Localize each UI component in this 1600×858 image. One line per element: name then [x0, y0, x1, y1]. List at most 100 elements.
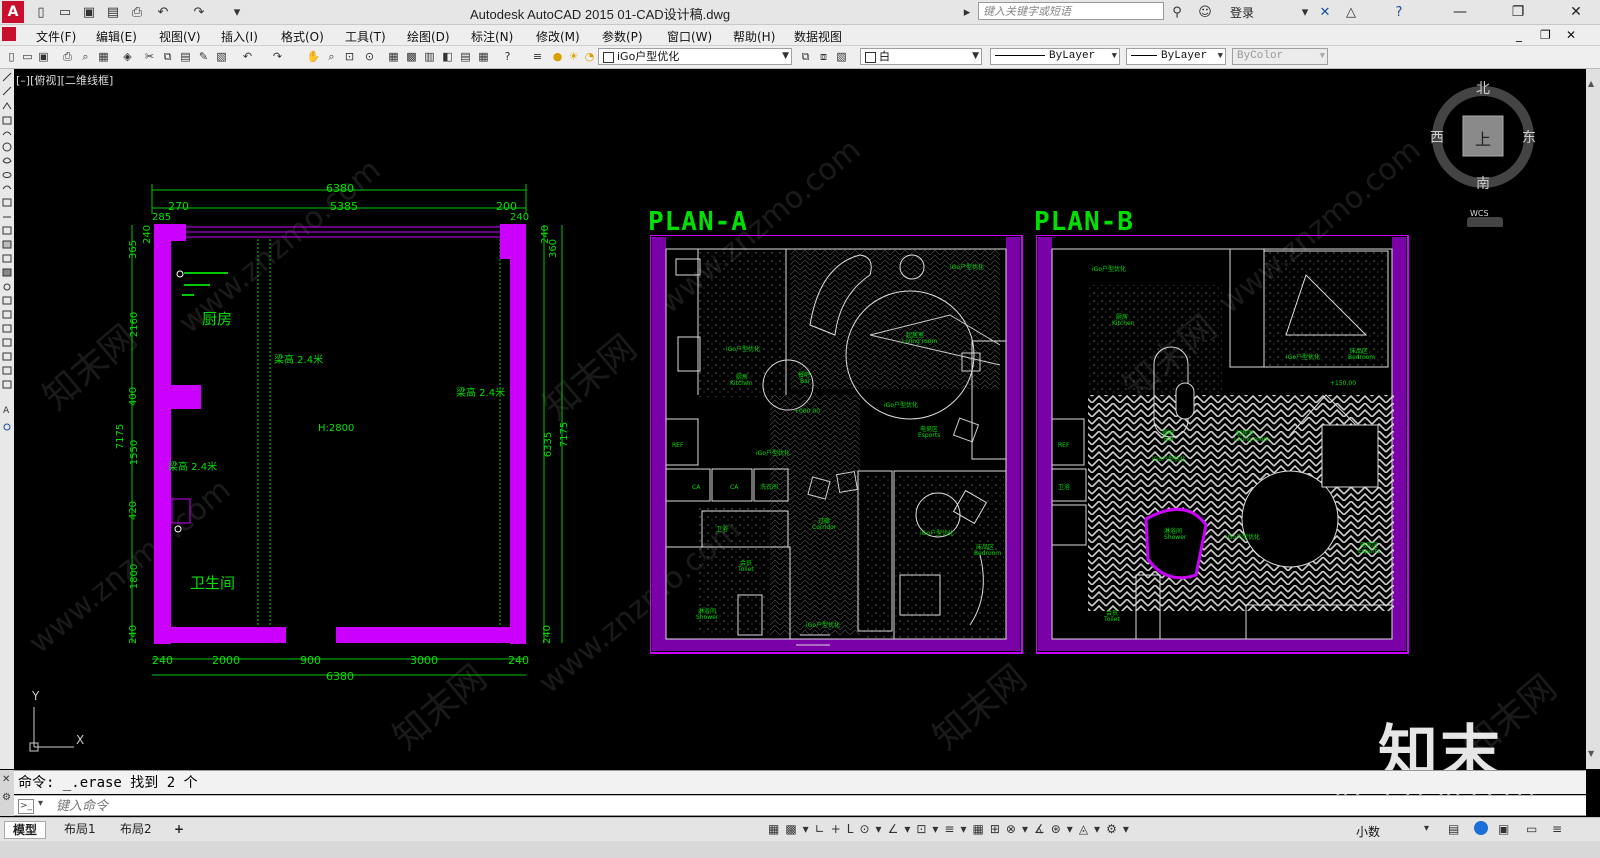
- tool-palettes-icon[interactable]: ▥: [422, 49, 437, 64]
- publish-icon[interactable]: ▦: [96, 49, 111, 64]
- linetype-dropdown[interactable]: ByLayer ▼: [990, 48, 1120, 65]
- autodesk-a360-icon[interactable]: △: [1342, 3, 1360, 21]
- layer-dropdown[interactable]: iGo户型优化 ▼: [598, 48, 792, 65]
- lineweight-dropdown[interactable]: ByLayer ▼: [1126, 48, 1226, 65]
- scroll-down-icon[interactable]: ▼: [1588, 749, 1598, 758]
- paste-icon[interactable]: ▤: [178, 49, 193, 64]
- wrench-icon[interactable]: ⚙: [2, 792, 11, 803]
- viewcube[interactable]: [1426, 77, 1556, 227]
- make-current-layer-icon[interactable]: ⧉: [798, 49, 813, 64]
- customization-icon[interactable]: ≡: [1552, 822, 1562, 836]
- color-dropdown[interactable]: 白 ▼: [860, 48, 982, 65]
- recent-commands-icon[interactable]: ▾: [38, 798, 43, 809]
- pan-icon[interactable]: ✋: [306, 49, 321, 64]
- autocad-logo-icon[interactable]: A: [2, 1, 24, 23]
- open-folder-icon[interactable]: ▭: [56, 3, 74, 21]
- undo-toolbar-icon[interactable]: ↶: [240, 49, 255, 64]
- save-toolbar-icon[interactable]: ▣: [36, 49, 51, 64]
- menu-dimension[interactable]: 标注(N): [471, 28, 513, 45]
- search-input[interactable]: 键入关键字或短语: [978, 2, 1164, 20]
- properties-icon[interactable]: ▦: [386, 49, 401, 64]
- command-window-grip[interactable]: ✕ ⚙: [0, 770, 14, 816]
- user-icon[interactable]: ☺: [1196, 3, 1214, 21]
- layer-state-icon[interactable]: ▧: [834, 49, 849, 64]
- restore-button[interactable]: ❐: [1498, 0, 1538, 24]
- viewcube-top-label[interactable]: 上: [1475, 126, 1491, 150]
- qnew-icon[interactable]: ▯: [4, 49, 19, 64]
- customize-quick-access-icon[interactable]: ▾: [228, 3, 246, 21]
- compass-west[interactable]: 西: [1430, 127, 1444, 147]
- help-toolbar-icon[interactable]: ?: [500, 49, 515, 64]
- layer-previous-icon[interactable]: ⧈: [816, 49, 831, 64]
- command-input[interactable]: [54, 797, 1458, 816]
- wcs-menu[interactable]: WCS: [1470, 209, 1489, 218]
- menu-view[interactable]: 视图(V): [159, 28, 201, 45]
- login-link[interactable]: 登录: [1230, 4, 1254, 21]
- exchange-icon[interactable]: ✕: [1316, 3, 1334, 21]
- menu-edit[interactable]: 编辑(E): [96, 28, 137, 45]
- menu-modify[interactable]: 修改(M): [536, 28, 580, 45]
- copy-icon[interactable]: ⧉: [160, 49, 175, 64]
- draw-tools-strip[interactable]: A: [0, 69, 14, 449]
- block-editor-icon[interactable]: ▧: [214, 49, 229, 64]
- doc-minimize-icon[interactable]: _: [1516, 28, 1522, 42]
- minimize-button[interactable]: —: [1440, 0, 1480, 24]
- layer-properties-icon[interactable]: ≡: [530, 49, 545, 64]
- sheet-set-icon[interactable]: ◧: [440, 49, 455, 64]
- compass-south[interactable]: 南: [1476, 173, 1490, 193]
- plotstyle-dropdown[interactable]: ByColor ▼: [1232, 48, 1328, 65]
- menu-parametric[interactable]: 参数(P): [602, 28, 643, 45]
- menu-file[interactable]: 文件(F): [36, 28, 76, 45]
- tab-model[interactable]: 模型: [4, 821, 47, 839]
- scroll-up-icon[interactable]: ▲: [1588, 79, 1598, 88]
- clean-screen-icon[interactable]: ▭: [1526, 822, 1537, 836]
- binoculars-icon[interactable]: ⚲: [1168, 3, 1186, 21]
- drawing-aids-icons[interactable]: ▦▩▾∟+L⊙▾∠▾⊡▾≡▾▦⊞⊗▾∡⊛▾◬▾⚙▾: [768, 822, 1135, 836]
- undo-icon[interactable]: ↶: [154, 3, 172, 21]
- close-button[interactable]: ✕: [1556, 0, 1596, 24]
- menu-data-view[interactable]: 数据视图: [794, 28, 842, 45]
- open-icon[interactable]: ▭: [20, 49, 35, 64]
- plot-preview-icon[interactable]: ⌕: [78, 49, 93, 64]
- document-icon[interactable]: [2, 27, 16, 41]
- drawing-canvas[interactable]: 知末网 www.znzmo.com 知末网 www.znzmo.com 知末网 …: [14, 69, 1586, 789]
- menu-draw[interactable]: 绘图(D): [407, 28, 450, 45]
- layer-on-icon[interactable]: ●: [550, 49, 565, 64]
- quickcalc-icon[interactable]: ▦: [476, 49, 491, 64]
- doc-close-icon[interactable]: ✕: [1566, 28, 1576, 42]
- redo-toolbar-icon[interactable]: ↷: [270, 49, 285, 64]
- new-file-icon[interactable]: ▯: [32, 3, 50, 21]
- plot-icon[interactable]: ⎙: [60, 49, 75, 64]
- tab-layout1[interactable]: 布局1: [56, 821, 104, 837]
- right-scrollbar[interactable]: ▲ ▼: [1586, 69, 1600, 769]
- zoom-previous-icon[interactable]: ⊙: [362, 49, 377, 64]
- menu-format[interactable]: 格式(O): [281, 28, 324, 45]
- plan-a-drawing[interactable]: iGo户型优化起居室Living room iGo户型优化电竞区Esports …: [650, 235, 1024, 655]
- save-as-icon[interactable]: ▤: [104, 3, 122, 21]
- tab-layout2[interactable]: 布局2: [112, 821, 160, 837]
- isolate-objects-icon[interactable]: [1474, 821, 1488, 835]
- compass-north[interactable]: 北: [1476, 78, 1490, 98]
- doc-restore-icon[interactable]: ❐: [1540, 28, 1551, 42]
- compass-east[interactable]: 东: [1522, 127, 1536, 147]
- search-expand-icon[interactable]: ▸: [958, 3, 976, 21]
- close-icon[interactable]: ✕: [2, 774, 10, 785]
- match-properties-icon[interactable]: ✎: [196, 49, 211, 64]
- print-icon[interactable]: ⎙: [128, 3, 146, 21]
- command-prompt-icon[interactable]: >_: [18, 799, 34, 814]
- menu-tools[interactable]: 工具(T): [345, 28, 386, 45]
- hardware-acceleration-icon[interactable]: ▣: [1498, 822, 1509, 836]
- design-center-icon[interactable]: ▩: [404, 49, 419, 64]
- zoom-realtime-icon[interactable]: ⌕: [324, 49, 339, 64]
- menu-window[interactable]: 窗口(W): [667, 28, 712, 45]
- plan-b-drawing[interactable]: iGo户型优化厨房Kitchen iGo户型优化床品区Bedroom +150.…: [1036, 235, 1410, 655]
- units-dropdown-icon[interactable]: ▾: [1424, 823, 1429, 834]
- left-floor-plan[interactable]: [14, 69, 654, 769]
- zoom-window-icon[interactable]: ⊡: [342, 49, 357, 64]
- menu-help[interactable]: 帮助(H): [733, 28, 775, 45]
- save-icon[interactable]: ▣: [80, 3, 98, 21]
- cut-icon[interactable]: ✂: [142, 49, 157, 64]
- add-layout-icon[interactable]: +: [166, 821, 192, 837]
- layer-freeze-icon[interactable]: ☀: [566, 49, 581, 64]
- quick-properties-icon[interactable]: ▤: [1448, 822, 1459, 836]
